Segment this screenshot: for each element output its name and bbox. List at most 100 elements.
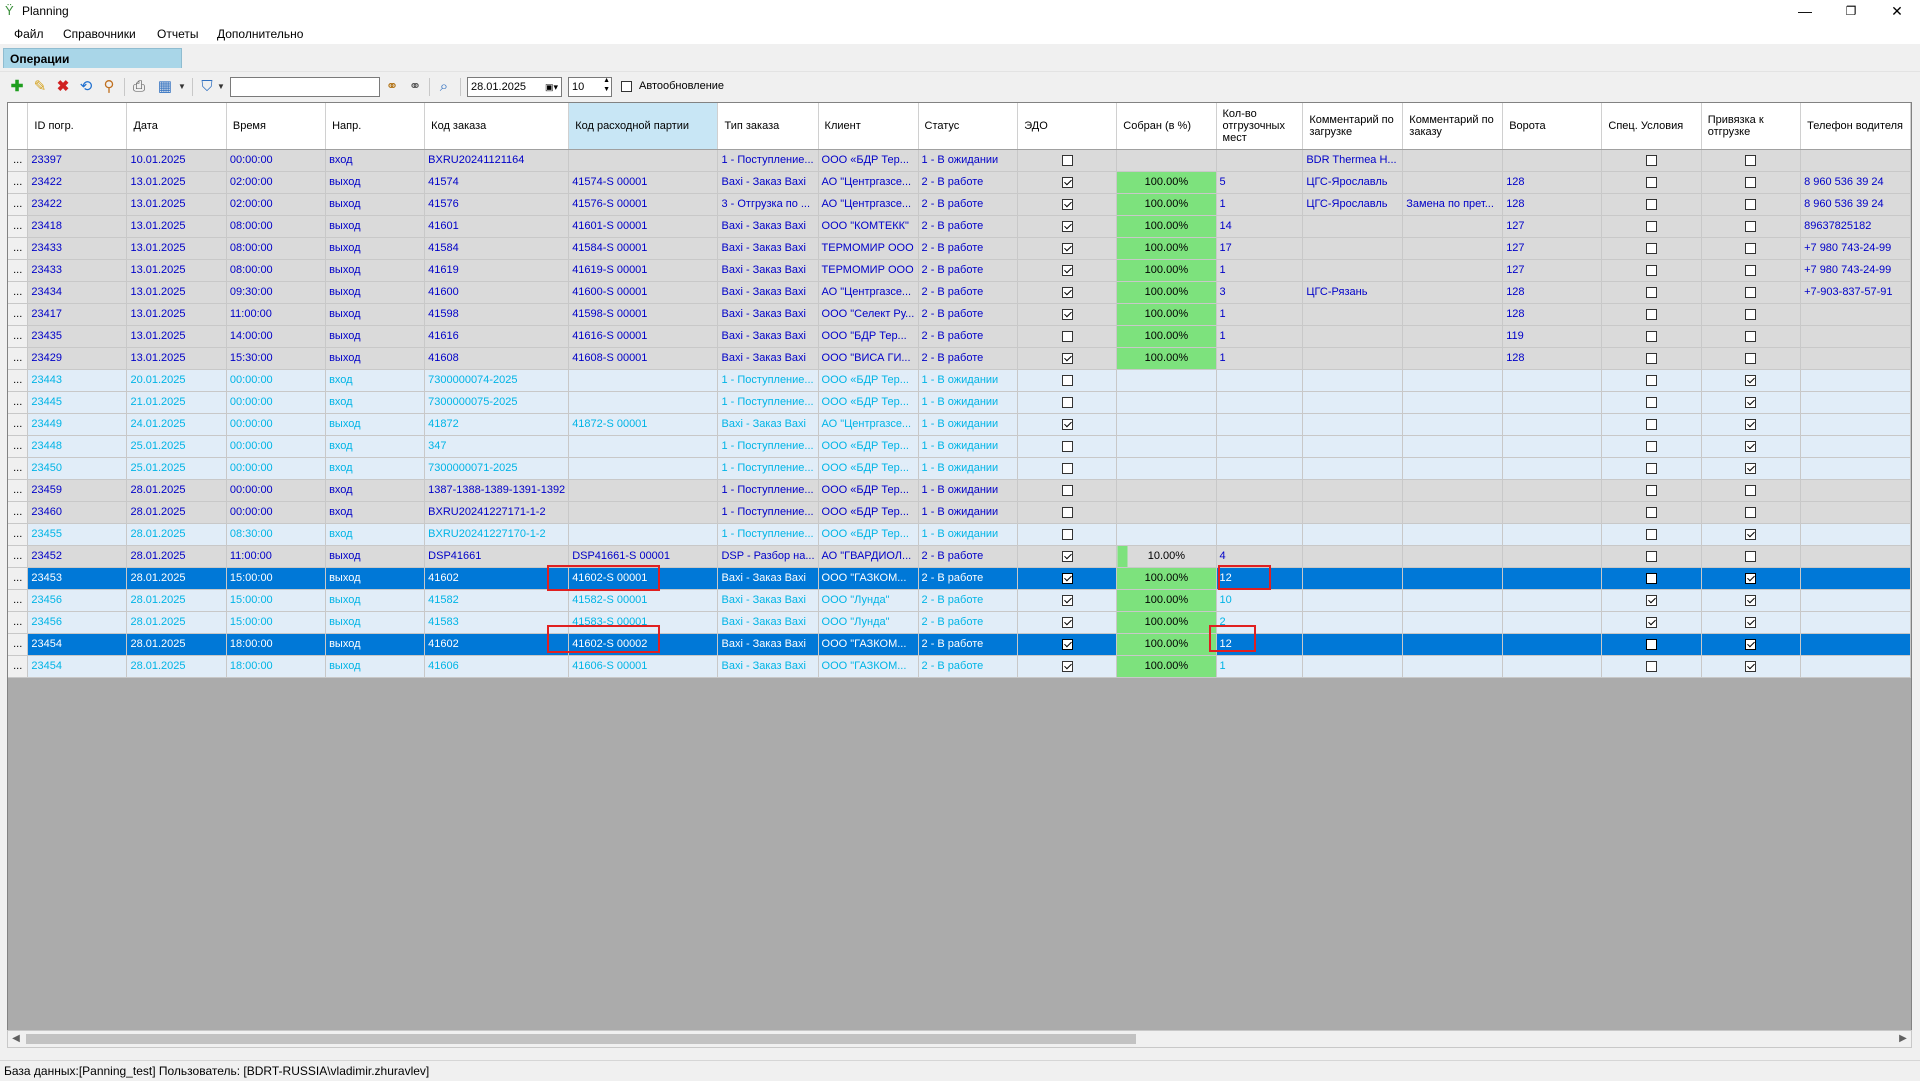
- menu-file[interactable]: Файл: [14, 27, 44, 41]
- row-expand-button[interactable]: ...: [8, 325, 29, 348]
- column-header[interactable]: Комментарий по загрузке: [1302, 103, 1404, 150]
- columns-icon[interactable]: ▦: [156, 78, 174, 96]
- scroll-thumb[interactable]: [26, 1034, 1136, 1044]
- row-expand-button[interactable]: ...: [8, 171, 29, 194]
- row-expand-button[interactable]: ...: [8, 589, 29, 612]
- row-expand-button[interactable]: ...: [8, 479, 29, 502]
- autoupdate-checkbox[interactable]: [621, 81, 632, 92]
- row-expand-button[interactable]: ...: [8, 545, 29, 568]
- edo-checkbox[interactable]: [1061, 638, 1073, 650]
- table-row[interactable]: ... 23456 28.01.2025 15:00:00 выход 41583 4158…: [8, 611, 1911, 634]
- maximize-button[interactable]: ❐: [1828, 0, 1874, 22]
- link-checkbox[interactable]: [1745, 330, 1757, 342]
- link-checkbox[interactable]: [1745, 198, 1757, 210]
- edo-checkbox[interactable]: [1061, 418, 1073, 430]
- table-row[interactable]: ... 23435 13.01.2025 14:00:00 выход 41616 4161…: [8, 325, 1911, 348]
- table-row[interactable]: ... 23429 13.01.2025 15:30:00 выход 41608 4160…: [8, 347, 1911, 370]
- column-header[interactable]: Клиент: [818, 103, 919, 150]
- edo-checkbox[interactable]: [1061, 154, 1073, 166]
- row-expand-button[interactable]: ...: [8, 259, 29, 282]
- table-row[interactable]: ... 23454 28.01.2025 18:00:00 выход 41606 4160…: [8, 655, 1911, 678]
- link-checkbox[interactable]: [1745, 506, 1757, 518]
- edo-checkbox[interactable]: [1061, 594, 1073, 606]
- column-header[interactable]: ЭДО: [1017, 103, 1118, 150]
- column-header[interactable]: Кол-во отгрузочных мест: [1216, 103, 1304, 150]
- spec-checkbox[interactable]: [1646, 572, 1658, 584]
- edo-checkbox[interactable]: [1061, 330, 1073, 342]
- table-row[interactable]: ... 23434 13.01.2025 09:30:00 выход 41600 4160…: [8, 281, 1911, 304]
- spec-checkbox[interactable]: [1646, 484, 1658, 496]
- date-picker[interactable]: 28.01.2025 ▣▾: [467, 77, 562, 97]
- link-checkbox[interactable]: [1745, 550, 1757, 562]
- row-expand-button[interactable]: ...: [8, 391, 29, 414]
- edo-checkbox[interactable]: [1061, 264, 1073, 276]
- link-checkbox[interactable]: [1745, 638, 1757, 650]
- scroll-right-icon[interactable]: ▶: [1895, 1031, 1911, 1047]
- minimize-button[interactable]: —: [1782, 0, 1828, 22]
- spec-checkbox[interactable]: [1646, 352, 1658, 364]
- scroll-left-icon[interactable]: ◀: [8, 1031, 24, 1047]
- spec-checkbox[interactable]: [1646, 616, 1658, 628]
- table-row[interactable]: ... 23418 13.01.2025 08:00:00 выход 41601 4160…: [8, 215, 1911, 238]
- row-expand-button[interactable]: ...: [8, 523, 29, 546]
- column-header[interactable]: Привязка к отгрузке: [1701, 103, 1802, 150]
- link-checkbox[interactable]: [1745, 264, 1757, 276]
- row-expand-button[interactable]: ...: [8, 369, 29, 392]
- link-checkbox[interactable]: [1745, 484, 1757, 496]
- spec-checkbox[interactable]: [1646, 550, 1658, 562]
- table-row[interactable]: ... 23452 28.01.2025 11:00:00 выход DSP41661 D…: [8, 545, 1911, 568]
- column-header[interactable]: Комментарий по заказу: [1402, 103, 1504, 150]
- spec-checkbox[interactable]: [1646, 330, 1658, 342]
- table-row[interactable]: ... 23422 13.01.2025 02:00:00 выход 41576 4157…: [8, 193, 1911, 216]
- row-expand-button[interactable]: ...: [8, 149, 29, 172]
- edo-checkbox[interactable]: [1061, 374, 1073, 386]
- table-row[interactable]: ... 23443 20.01.2025 00:00:00 вход 7300000074…: [8, 369, 1911, 392]
- column-header[interactable]: Код заказа: [424, 103, 570, 150]
- spec-checkbox[interactable]: [1646, 308, 1658, 320]
- spec-checkbox[interactable]: [1646, 594, 1658, 606]
- table-row[interactable]: ... 23459 28.01.2025 00:00:00 вход 1387-1388-…: [8, 479, 1911, 502]
- print-icon[interactable]: ⎙: [130, 78, 148, 96]
- close-button[interactable]: ✕: [1874, 0, 1920, 22]
- table-row[interactable]: ... 23433 13.01.2025 08:00:00 выход 41619 4161…: [8, 259, 1911, 282]
- column-header[interactable]: Спец. Условия: [1601, 103, 1702, 150]
- link-checkbox[interactable]: [1745, 418, 1757, 430]
- menu-reports[interactable]: Отчеты: [157, 27, 198, 41]
- edo-checkbox[interactable]: [1061, 198, 1073, 210]
- table-row[interactable]: ... 23397 10.01.2025 00:00:00 вход BXRU202411…: [8, 149, 1911, 172]
- link-checkbox[interactable]: [1745, 660, 1757, 672]
- spec-checkbox[interactable]: [1646, 154, 1658, 166]
- link-checkbox[interactable]: [1745, 616, 1757, 628]
- row-expand-button[interactable]: ...: [8, 215, 29, 238]
- column-header[interactable]: Время: [226, 103, 327, 150]
- search-input[interactable]: [230, 77, 380, 97]
- preview-icon[interactable]: ⌕: [435, 78, 453, 96]
- link-checkbox[interactable]: [1745, 528, 1757, 540]
- column-header[interactable]: ID погр.: [27, 103, 128, 150]
- table-row[interactable]: ... 23449 24.01.2025 00:00:00 выход 41872 4187…: [8, 413, 1911, 436]
- row-expand-button[interactable]: ...: [8, 413, 29, 436]
- edo-checkbox[interactable]: [1061, 462, 1073, 474]
- edo-checkbox[interactable]: [1061, 286, 1073, 298]
- column-header[interactable]: Ворота: [1502, 103, 1603, 150]
- spec-checkbox[interactable]: [1646, 528, 1658, 540]
- column-header[interactable]: Дата: [126, 103, 227, 150]
- row-expand-button[interactable]: ...: [8, 567, 29, 590]
- find-icon[interactable]: ⚭: [383, 78, 401, 96]
- column-header[interactable]: Телефон водителя: [1800, 103, 1911, 150]
- edo-checkbox[interactable]: [1061, 550, 1073, 562]
- table-row[interactable]: ... 23460 28.01.2025 00:00:00 вход BXRU202412…: [8, 501, 1911, 524]
- edit-icon[interactable]: ✎: [31, 78, 49, 96]
- edo-checkbox[interactable]: [1061, 220, 1073, 232]
- table-row[interactable]: ... 23422 13.01.2025 02:00:00 выход 41574 4157…: [8, 171, 1911, 194]
- table-row[interactable]: ... 23448 25.01.2025 00:00:00 вход 347 1 - Пос…: [8, 435, 1911, 458]
- link-checkbox[interactable]: [1745, 374, 1757, 386]
- spec-checkbox[interactable]: [1646, 286, 1658, 298]
- row-expand-button[interactable]: ...: [8, 347, 29, 370]
- chevron-down-icon[interactable]: ▼: [212, 78, 230, 96]
- count-spinner[interactable]: 10 ▲ ▼: [568, 77, 612, 97]
- row-expand-button[interactable]: ...: [8, 611, 29, 634]
- link-checkbox[interactable]: [1745, 572, 1757, 584]
- row-expand-button[interactable]: ...: [8, 193, 29, 216]
- table-row[interactable]: ... 23450 25.01.2025 00:00:00 вход 7300000071…: [8, 457, 1911, 480]
